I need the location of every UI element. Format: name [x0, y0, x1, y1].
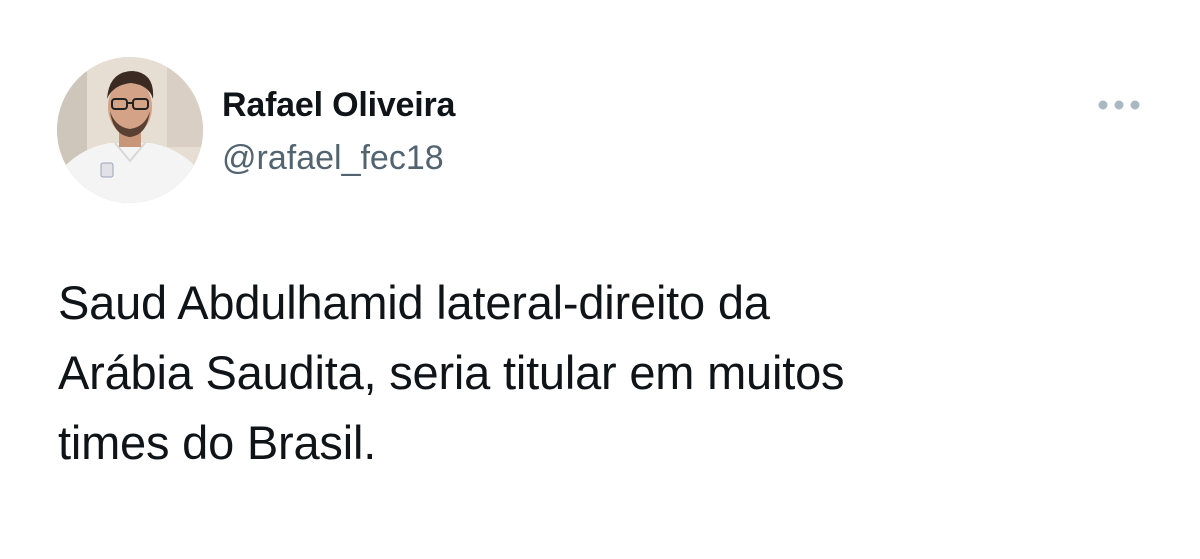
tweet-text: Saud Abdulhamid lateral-direito da Arábi… [58, 276, 845, 469]
tweet-card: Rafael Oliveira @rafael_fec18 Saud Abdul… [0, 0, 1200, 559]
more-options-icon [1098, 100, 1140, 110]
author-handle[interactable]: @rafael_fec18 [222, 139, 444, 178]
author-display-name[interactable]: Rafael Oliveira [222, 86, 455, 125]
more-options-button[interactable] [1094, 88, 1144, 122]
author-avatar[interactable] [57, 57, 203, 203]
profile-photo-icon [57, 57, 203, 203]
